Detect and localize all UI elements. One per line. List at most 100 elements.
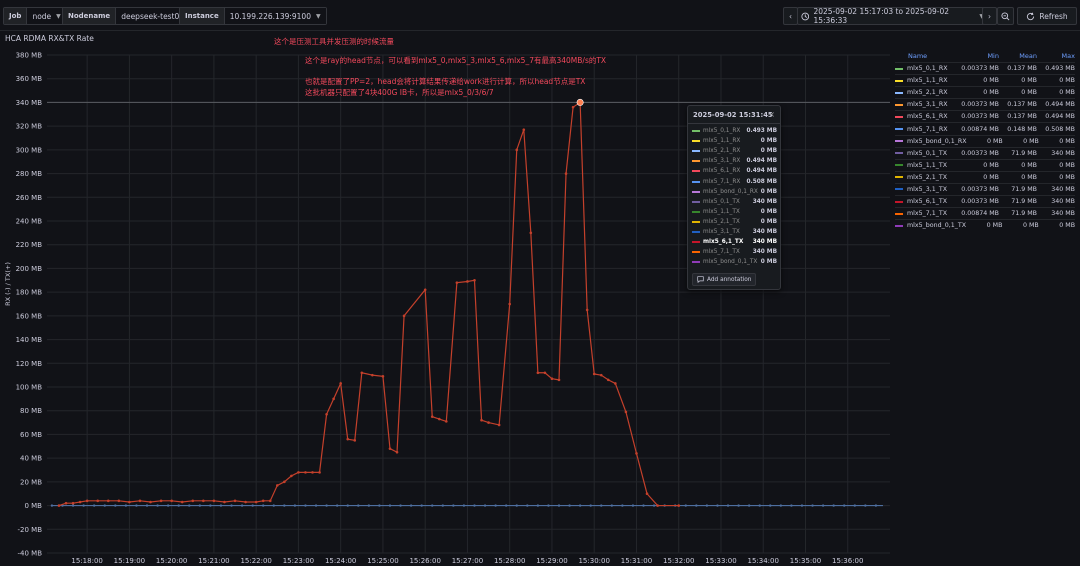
legend-series[interactable]: mlx5_0,1_TX	[895, 150, 961, 157]
legend-row[interactable]: mlx5_2,1_TX 0 MB 0 MB 0 MB	[895, 170, 1075, 183]
tooltip-row: mlx5_0,1_TX 340 MB	[692, 197, 777, 207]
series-point-flat	[483, 504, 487, 507]
series-point-flat	[209, 504, 212, 507]
tooltip-row: mlx5_bond_0,1_TX 0 MB	[692, 257, 777, 267]
series-point-flat	[684, 504, 687, 507]
series-point-main	[557, 378, 561, 382]
legend-series[interactable]: mlx5_bond_0,1_RX	[895, 138, 967, 145]
legend-row[interactable]: mlx5_3,1_RX 0.00373 MB 0.137 MB 0.494 MB	[895, 98, 1075, 110]
tooltip-value: 0 MB	[760, 218, 777, 225]
legend-row[interactable]: mlx5_6,1_RX 0.00373 MB 0.137 MB 0.494 MB	[895, 110, 1075, 122]
legend-series[interactable]: mlx5_3,1_RX	[895, 101, 961, 108]
series-point-flat	[272, 504, 275, 507]
legend-header-name[interactable]: Name	[895, 52, 961, 60]
legend-mean: 0 MB	[1021, 173, 1037, 181]
legend-series[interactable]: mlx5_0,1_RX	[895, 65, 961, 72]
legend-header-mean[interactable]: Mean	[999, 52, 1037, 60]
legend-header-min[interactable]: Min	[961, 52, 999, 60]
series-point-main	[536, 371, 540, 375]
series-point-flat	[800, 504, 804, 507]
tooltip-series-name: mlx5_bond_0,1_TX	[703, 259, 758, 266]
series-point-main	[233, 499, 237, 503]
tooltip-swatch	[692, 200, 700, 203]
close-icon[interactable]: ×	[768, 110, 775, 119]
x-tick-label: 15:36:00	[832, 557, 863, 565]
series-point-main	[677, 504, 681, 507]
series-point-main	[522, 128, 526, 131]
tooltip-series: mlx5_1,1_TX	[692, 209, 761, 215]
tooltip-value: 0.494 MB	[746, 168, 777, 175]
series-point-flat	[589, 504, 592, 507]
legend-series[interactable]: mlx5_7,1_RX	[895, 126, 961, 133]
x-tick-label: 15:21:00	[198, 557, 229, 565]
legend-min: 0.00373 MB	[961, 185, 999, 193]
legend-series[interactable]: mlx5_bond_0,1_TX	[895, 222, 966, 229]
hover-point-marker	[576, 98, 584, 106]
series-point-flat	[769, 504, 772, 507]
annotation-note-1: 这个是压测工具并发压测的时候流量	[274, 37, 394, 46]
legend-row[interactable]: mlx5_0,1_TX 0.00373 MB 71.9 MB 340 MB	[895, 146, 1075, 159]
legend-max: 0.494 MB	[1045, 101, 1075, 109]
tooltip-series: mlx5_1,1_RX	[692, 138, 761, 144]
legend-row[interactable]: mlx5_0,1_RX 0.00373 MB 0.137 MB 0.493 MB	[895, 62, 1075, 74]
tooltip-series-name: mlx5_6,1_TX	[703, 239, 744, 246]
legend-series[interactable]: mlx5_3,1_TX	[895, 186, 961, 193]
legend-row[interactable]: mlx5_bond_0,1_RX 0 MB 0 MB 0 MB	[895, 134, 1075, 147]
legend-series[interactable]: mlx5_6,1_RX	[895, 113, 961, 120]
legend-series-name: mlx5_1,1_TX	[907, 161, 948, 169]
legend-row[interactable]: mlx5_1,1_TX 0 MB 0 MB 0 MB	[895, 158, 1075, 171]
series-point-main	[85, 499, 89, 503]
series-point-flat	[378, 504, 381, 507]
legend-series-name: mlx5_0,1_RX	[907, 65, 948, 73]
legend-table: Name Min Mean Max mlx5_0,1_RX 0.00373 MB 0…	[895, 50, 1075, 231]
series-point-main	[599, 373, 603, 377]
legend-max: 340 MB	[1051, 149, 1075, 157]
legend-swatch	[895, 140, 903, 143]
legend-row[interactable]: mlx5_bond_0,1_TX 0 MB 0 MB 0 MB	[895, 219, 1075, 231]
y-tick-label: 100 MB	[16, 384, 43, 392]
legend-row[interactable]: mlx5_1,1_RX 0 MB 0 MB 0 MB	[895, 74, 1075, 86]
tooltip-swatch	[692, 261, 700, 264]
legend-mean: 0.137 MB	[1007, 101, 1037, 109]
series-point-flat	[156, 504, 159, 507]
legend-series[interactable]: mlx5_1,1_TX	[895, 162, 961, 169]
legend-row[interactable]: mlx5_7,1_RX 0.00874 MB 0.148 MB 0.508 MB	[895, 122, 1075, 134]
series-point-main	[395, 450, 399, 454]
legend-mean: 71.9 MB	[1011, 185, 1037, 193]
series-point-main	[318, 471, 321, 474]
x-tick-label: 15:20:00	[156, 557, 187, 565]
legend-row[interactable]: mlx5_6,1_TX 0.00373 MB 71.9 MB 340 MB	[895, 195, 1075, 207]
series-point-flat	[758, 504, 761, 507]
y-tick-label: 180 MB	[16, 289, 43, 297]
legend-series[interactable]: mlx5_6,1_TX	[895, 198, 961, 205]
legend-swatch	[895, 67, 903, 70]
legend-series[interactable]: mlx5_2,1_TX	[895, 174, 961, 181]
series-point-flat	[864, 504, 867, 507]
tooltip-value: 0.494 MB	[746, 158, 777, 165]
series-point-flat	[642, 504, 645, 507]
legend-max: 0 MB	[1059, 173, 1075, 181]
legend-series-name: mlx5_3,1_RX	[907, 101, 948, 109]
tooltip-value: 340 MB	[752, 249, 777, 256]
legend-row[interactable]: mlx5_2,1_RX 0 MB 0 MB 0 MB	[895, 86, 1075, 98]
legend-series[interactable]: mlx5_7,1_TX	[895, 210, 961, 217]
legend-row[interactable]: mlx5_7,1_TX 0.00874 MB 71.9 MB 340 MB	[895, 207, 1075, 219]
legend-swatch	[895, 200, 903, 203]
legend-series[interactable]: mlx5_1,1_RX	[895, 77, 961, 84]
tooltip-swatch	[692, 210, 700, 213]
tooltip-value: 0 MB	[760, 138, 777, 145]
add-annotation-button[interactable]: Add annotation	[692, 273, 757, 286]
legend-min: 0 MB	[986, 222, 1003, 230]
legend-row[interactable]: mlx5_3,1_TX 0.00373 MB 71.9 MB 340 MB	[895, 182, 1075, 195]
series-point-flat	[262, 504, 265, 507]
series-point-flat	[71, 504, 75, 507]
series-point-main	[96, 499, 100, 503]
series-point-flat	[547, 504, 550, 507]
legend-series[interactable]: mlx5_2,1_RX	[895, 89, 961, 96]
x-tick-label: 15:27:00	[452, 557, 483, 565]
tooltip-series-name: mlx5_7,1_TX	[703, 249, 740, 256]
tooltip-value: 0.493 MB	[746, 128, 777, 135]
legend-header-max[interactable]: Max	[1037, 52, 1075, 60]
series-point-main	[606, 378, 610, 382]
legend-min: 0.00373 MB	[961, 65, 999, 73]
